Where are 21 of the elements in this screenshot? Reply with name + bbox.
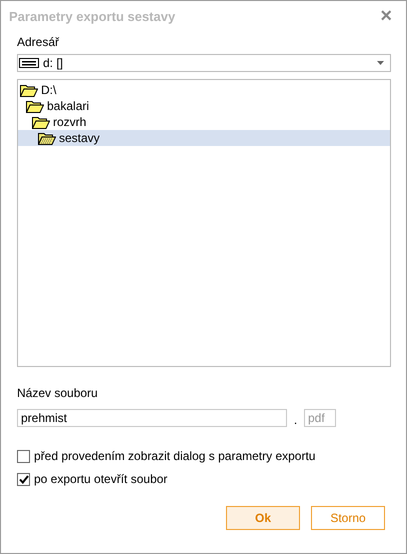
drive-dropdown[interactable]: d: [] (17, 54, 391, 72)
checkbox[interactable] (17, 472, 30, 486)
folder-icon (38, 132, 56, 144)
drive-icon (19, 58, 39, 68)
tree-item[interactable]: rozvrh (18, 114, 390, 130)
tree-item[interactable]: D:\ (18, 82, 390, 98)
checkbox-label: před provedením zobrazit dialog s parametry exportu (34, 449, 316, 463)
field-label: Adresář (17, 35, 60, 49)
tree-item[interactable]: bakalari (18, 98, 390, 114)
file-name-field[interactable]: prehmist (17, 409, 287, 427)
tree-item[interactable]: sestavy (18, 130, 390, 146)
checkbox[interactable] (17, 450, 30, 462)
close-button[interactable]: × (374, 7, 398, 25)
folder-icon (32, 116, 50, 128)
extension-separator: . (292, 413, 298, 427)
field-label: Název souboru (17, 386, 99, 400)
caret-icon (377, 61, 384, 65)
window-title: Parametry exportu sestavy (9, 8, 176, 24)
folder-icon (20, 84, 38, 96)
folder-icon (26, 100, 44, 112)
checkbox-label: po exportu otevřít soubor (34, 472, 168, 486)
